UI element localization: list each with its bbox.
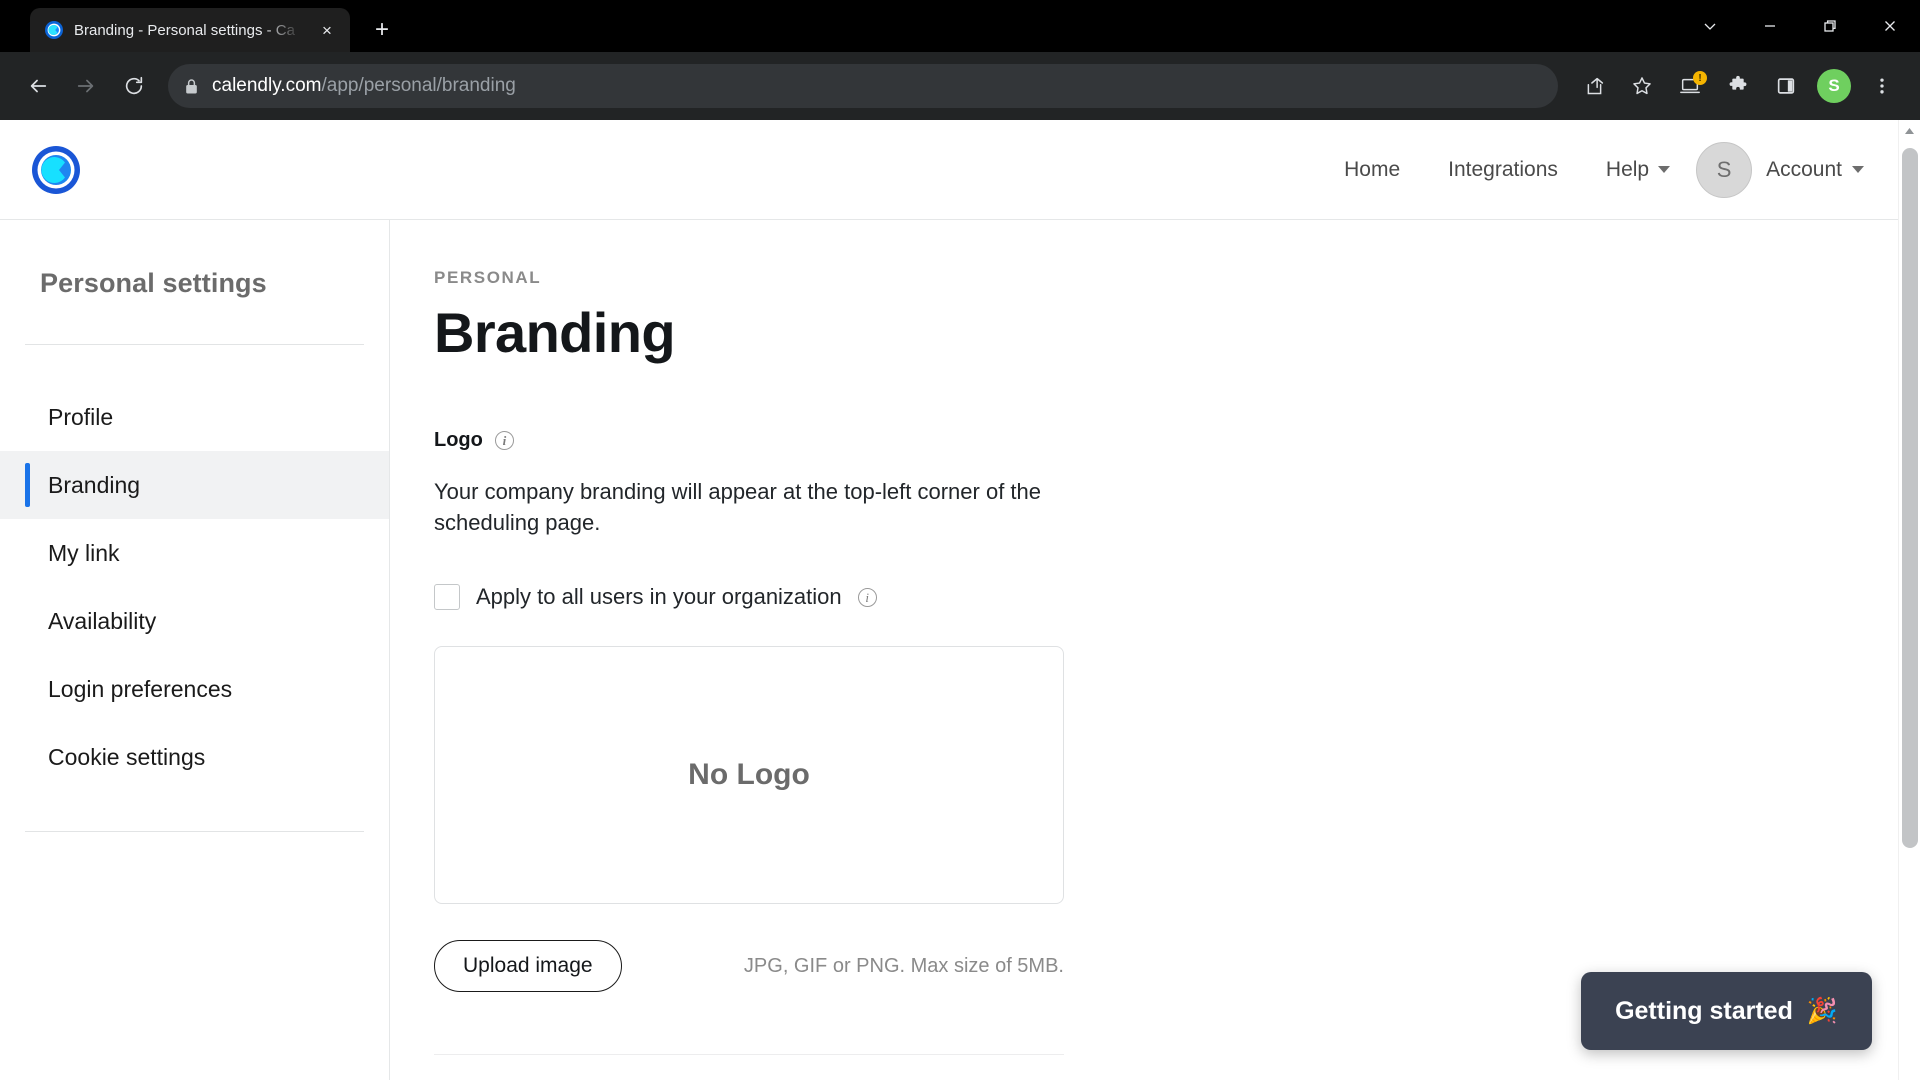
- sidebar-item-label: Branding: [48, 471, 141, 498]
- nav-help-label: Help: [1605, 157, 1650, 181]
- calendly-favicon: [44, 20, 64, 40]
- reload-icon[interactable]: [112, 64, 156, 108]
- content-divider: [434, 1054, 1064, 1056]
- window-controls: [1680, 0, 1920, 52]
- sidebar-item-cookie-settings[interactable]: Cookie settings: [0, 723, 389, 791]
- app-header: Home Integrations Help S Account: [0, 120, 1898, 220]
- nav-account-label: Account: [1766, 157, 1842, 181]
- side-panel-icon[interactable]: [1764, 64, 1808, 108]
- settings-sidebar: Personal settings Profile Branding My li…: [0, 220, 390, 1080]
- body: Personal settings Profile Branding My li…: [0, 220, 1898, 1080]
- sidebar-item-profile[interactable]: Profile: [0, 383, 389, 451]
- nav-help[interactable]: Help: [1582, 158, 1684, 182]
- tab-search-chevron-icon[interactable]: [1680, 0, 1740, 52]
- sidebar-item-label: My link: [48, 539, 120, 566]
- page-scrollbar[interactable]: [1898, 120, 1920, 1080]
- nav-account[interactable]: Account: [1752, 158, 1864, 182]
- apply-all-users-label: Apply to all users in your organization: [476, 584, 842, 610]
- scrollbar-thumb[interactable]: [1901, 148, 1918, 848]
- new-tab-button[interactable]: +: [364, 12, 400, 48]
- sidebar-divider-bottom: [25, 831, 364, 832]
- back-icon[interactable]: [16, 64, 60, 108]
- chevron-down-icon: [1658, 166, 1671, 173]
- getting-started-label: Getting started: [1615, 996, 1793, 1025]
- sidebar-item-availability[interactable]: Availability: [0, 587, 389, 655]
- close-icon[interactable]: [1860, 0, 1920, 52]
- browser-toolbar: calendly.com/app/personal/branding ! S: [0, 52, 1920, 120]
- calendly-logo[interactable]: [30, 144, 82, 196]
- sidebar-title: Personal settings: [40, 268, 267, 298]
- toolbar-actions: ! S: [1572, 64, 1904, 108]
- page-title: Branding: [434, 301, 676, 364]
- upload-hint-text: JPG, GIF or PNG. Max size of 5MB.: [743, 954, 1064, 977]
- page-viewport: Home Integrations Help S Account Persona…: [0, 120, 1920, 1080]
- address-bar[interactable]: calendly.com/app/personal/branding: [168, 64, 1558, 108]
- account-avatar[interactable]: S: [1696, 141, 1753, 198]
- scroll-up-arrow-icon[interactable]: [1899, 120, 1920, 142]
- url-path: /app/personal/branding: [321, 75, 516, 96]
- update-available-icon[interactable]: !: [1668, 64, 1712, 108]
- chevron-down-icon: [1852, 166, 1864, 173]
- lock-icon: [184, 78, 200, 95]
- sidebar-item-login-preferences[interactable]: Login preferences: [0, 655, 389, 723]
- apply-all-users-checkbox[interactable]: [434, 584, 460, 611]
- calendly-app: Home Integrations Help S Account Persona…: [0, 120, 1898, 1080]
- scrollbar-track[interactable]: [1899, 142, 1920, 1080]
- sidebar-item-branding[interactable]: Branding: [0, 451, 389, 519]
- chrome-profile-initial: S: [1817, 69, 1851, 103]
- upload-row: Upload image JPG, GIF or PNG. Max size o…: [434, 940, 1064, 993]
- no-logo-text: No Logo: [688, 758, 810, 792]
- getting-started-button[interactable]: Getting started 🎉: [1581, 972, 1872, 1050]
- chrome-profile-avatar[interactable]: S: [1812, 64, 1856, 108]
- url-text: calendly.com/app/personal/branding: [212, 75, 516, 97]
- star-icon[interactable]: [1620, 64, 1664, 108]
- logo-section-label: Logo i: [434, 429, 1898, 452]
- tab-close-icon[interactable]: ×: [314, 17, 340, 43]
- sidebar-item-label: Availability: [48, 607, 157, 634]
- logo-description: Your company branding will appear at the…: [434, 479, 1041, 536]
- breadcrumb-eyebrow: PERSONAL: [434, 268, 542, 287]
- sidebar-item-label: Cookie settings: [48, 743, 206, 770]
- minimize-icon[interactable]: [1740, 0, 1800, 52]
- nav-integrations[interactable]: Integrations: [1424, 158, 1582, 182]
- apply-all-users-row[interactable]: Apply to all users in your organization …: [434, 584, 1898, 611]
- upload-image-button[interactable]: Upload image: [434, 940, 622, 993]
- browser-window: Branding - Personal settings - Ca × + ca…: [0, 0, 1920, 1080]
- nav-home[interactable]: Home: [1320, 158, 1424, 182]
- three-dot-menu-icon[interactable]: [1860, 64, 1904, 108]
- party-popper-icon: 🎉: [1806, 996, 1838, 1025]
- url-domain: calendly.com: [212, 75, 322, 96]
- main-content: PERSONAL Branding Logo i Your company br…: [390, 220, 1898, 1080]
- forward-icon[interactable]: [64, 64, 108, 108]
- share-icon[interactable]: [1572, 64, 1616, 108]
- logo-label-text: Logo: [434, 429, 483, 451]
- info-icon[interactable]: i: [857, 587, 877, 607]
- sidebar-item-label: Login preferences: [48, 675, 233, 702]
- sidebar-item-label: Profile: [48, 403, 114, 430]
- tab-strip: Branding - Personal settings - Ca × +: [0, 0, 1920, 52]
- browser-tab[interactable]: Branding - Personal settings - Ca ×: [30, 8, 350, 52]
- maximize-icon[interactable]: [1800, 0, 1860, 52]
- puzzle-piece-icon[interactable]: [1716, 64, 1760, 108]
- logo-preview-box[interactable]: No Logo: [434, 646, 1064, 905]
- info-icon[interactable]: i: [494, 431, 514, 450]
- tab-title: Branding - Personal settings - Ca: [74, 21, 295, 39]
- update-badge: !: [1693, 71, 1707, 85]
- sidebar-divider-top: [25, 344, 364, 345]
- sidebar-nav-list: Profile Branding My link Availability Lo: [0, 383, 389, 791]
- app-nav: Home Integrations Help S Account: [1320, 141, 1864, 198]
- sidebar-item-my-link[interactable]: My link: [0, 519, 389, 587]
